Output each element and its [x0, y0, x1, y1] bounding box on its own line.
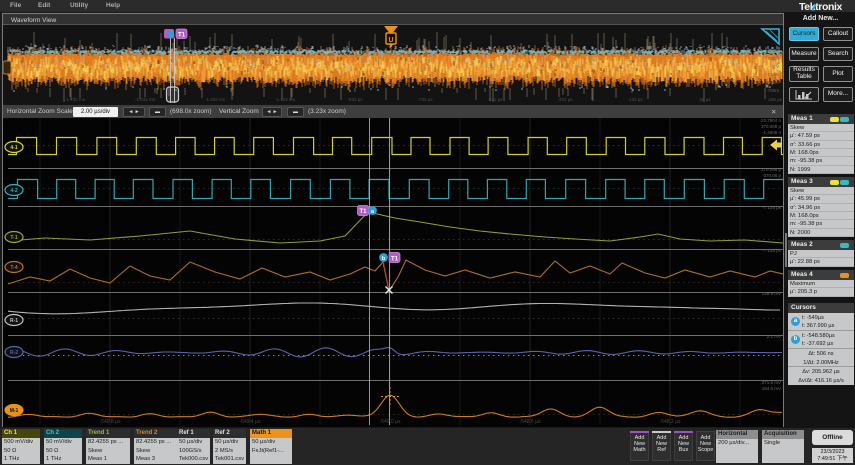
svg-text:-332 µs: -332 µs [557, 97, 573, 102]
svg-text:250m: 250m [768, 56, 780, 61]
svg-text:-1.332 ms: -1.332 ms [205, 97, 226, 102]
svg-text:-370.06 p: -370.06 p [762, 173, 782, 178]
svg-text:T-4: T-4 [10, 265, 17, 271]
svg-text:-1.532 ms: -1.532 ms [135, 97, 156, 102]
svg-text:R-2: R-2 [10, 350, 18, 356]
svg-text:-532 µs: -532 µs [487, 97, 503, 102]
svg-text:2.1 mV: 2.1 mV [767, 334, 781, 339]
svg-text:-7.125 ps: -7.125 ps [762, 205, 782, 210]
svg-text:370.068 p: 370.068 p [761, 124, 782, 129]
svg-text:-548.2 µs: -548.2 µs [660, 419, 681, 425]
svg-text:-1.132 ms: -1.132 ms [275, 97, 296, 102]
svg-text:128.9 mV: 128.9 mV [762, 291, 781, 296]
svg-text:T1: T1 [391, 257, 399, 263]
svg-text:268 µs: 268 µs [768, 97, 782, 102]
svg-text:T1: T1 [359, 209, 367, 215]
svg-text:164.6 mV: 164.6 mV [762, 386, 781, 391]
svg-text:M-1: M-1 [10, 408, 19, 414]
svg-text:U: U [388, 37, 393, 44]
svg-text:4-1: 4-1 [10, 145, 17, 151]
svg-text:T-1: T-1 [10, 235, 17, 241]
svg-text:-732 µs: -732 µs [417, 97, 433, 102]
svg-text:-500m: -500m [766, 80, 779, 85]
svg-text:-750m: -750m [766, 88, 779, 93]
svg-text:-548.6 µs: -548.6 µs [520, 419, 541, 425]
svg-text:-1.4605 n: -1.4605 n [762, 130, 782, 135]
svg-text:0 V: 0 V [772, 64, 779, 69]
svg-text:4-2: 4-2 [10, 188, 17, 194]
svg-text:-932 µs: -932 µs [347, 97, 363, 102]
svg-text:-22.7804 n: -22.7804 n [759, 118, 781, 123]
svg-text:370.068 p: 370.068 p [761, 167, 782, 172]
svg-text:-549.0 µs: -549.0 µs [380, 419, 401, 425]
svg-text:-250m: -250m [766, 72, 779, 77]
svg-text:-7.125 ps: -7.125 ps [762, 248, 782, 253]
svg-text:-132 µs: -132 µs [627, 97, 643, 102]
svg-text:R-1: R-1 [10, 318, 18, 324]
svg-text:68 µs: 68 µs [699, 97, 711, 102]
svg-text:-1.732 ms: -1.732 ms [65, 97, 86, 102]
svg-text:-549.4 µs: -549.4 µs [240, 419, 261, 425]
svg-text:500m: 500m [768, 48, 780, 53]
svg-text:271.5 mV: 271.5 mV [762, 380, 781, 385]
svg-text:T1: T1 [178, 33, 186, 39]
svg-text:-549.8 µs: -549.8 µs [100, 419, 121, 425]
